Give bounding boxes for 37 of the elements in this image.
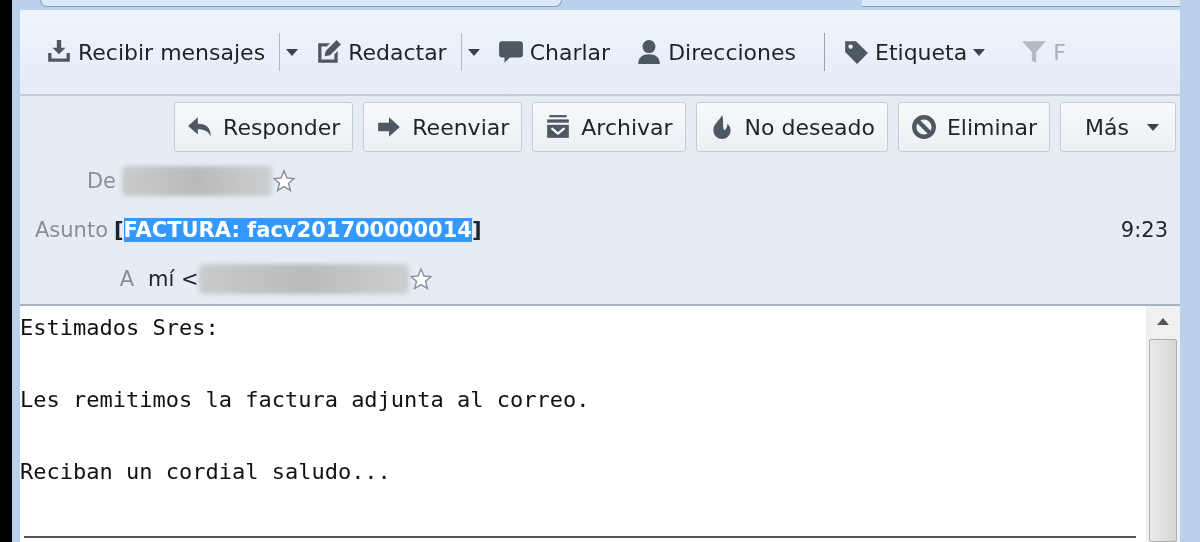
more-menu-button[interactable]: Más — [1060, 102, 1176, 152]
field-label: Asunto — [34, 218, 109, 242]
recipient-text: mí < — [148, 267, 199, 292]
action-button[interactable]: Responder — [174, 102, 354, 152]
field-label: De — [85, 168, 117, 193]
subject-text: [FACTURA: facv201700000014] — [114, 218, 482, 242]
download-icon — [46, 39, 72, 65]
scroll-up-icon[interactable] — [1157, 318, 1169, 325]
no-entry-icon — [910, 114, 937, 140]
archive-box-icon — [545, 114, 572, 140]
tag-icon — [843, 39, 869, 65]
funnel-icon — [1021, 39, 1048, 65]
person-icon — [636, 39, 663, 65]
body-text: Reciban un cordial saludo... — [20, 458, 392, 486]
action-button[interactable]: Reenviar — [363, 102, 523, 152]
field-label: A — [118, 267, 135, 292]
scrollbar[interactable] — [1146, 306, 1180, 542]
caret-icon[interactable] — [973, 48, 986, 56]
scroll-thumb[interactable] — [1149, 339, 1177, 542]
caret-icon[interactable] — [467, 48, 480, 56]
toolbar-button[interactable]: Charlar — [489, 33, 619, 71]
caret-icon[interactable] — [286, 48, 299, 56]
body-text: Estimados Sres: — [20, 314, 220, 342]
action-button[interactable]: No deseado — [695, 102, 888, 152]
toolbar-button[interactable]: Direcciones — [628, 33, 804, 71]
toolbar-button[interactable]: Recibir mensajes — [38, 33, 274, 71]
message-time: 9:23 — [1120, 218, 1169, 242]
action-button[interactable]: Archivar — [532, 102, 686, 152]
speech-bubble-icon — [497, 39, 524, 65]
toolbar-button[interactable]: Redactar — [308, 33, 455, 71]
star-icon[interactable] — [272, 168, 296, 193]
star-icon[interactable] — [408, 267, 433, 292]
pencil-icon — [316, 39, 343, 65]
action-button[interactable]: Eliminar — [897, 102, 1051, 152]
body-text: Les remitimos la factura adjunta al correo. — [20, 386, 591, 414]
caret-icon[interactable] — [1147, 123, 1159, 131]
toolbar-menu-button[interactable]: Etiqueta — [835, 33, 994, 71]
